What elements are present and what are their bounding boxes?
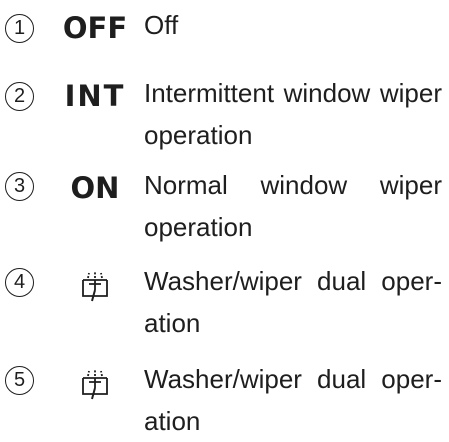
washer-wiper-icon-graphic bbox=[82, 272, 108, 302]
int-symbol: INT bbox=[64, 79, 126, 113]
item-description: Washer/wiper dual oper- ation bbox=[144, 364, 442, 436]
item-number-badge: 4 bbox=[5, 268, 34, 297]
off-symbol: OFF bbox=[62, 11, 128, 45]
item-description: Normal window wiper operation bbox=[144, 170, 442, 242]
item-description: Intermittent window wiper operation bbox=[144, 78, 442, 150]
wiper-switch-legend: 1 OFF Off 2 INT Intermittent window wipe… bbox=[0, 0, 449, 436]
item-number-badge: 3 bbox=[5, 172, 34, 201]
item-description: Washer/wiper dual oper- ation bbox=[144, 266, 442, 338]
washer-wiper-icon bbox=[60, 365, 130, 401]
washer-wiper-icon bbox=[60, 267, 130, 303]
item-number-badge: 1 bbox=[5, 14, 34, 43]
item-number-badge: 5 bbox=[5, 366, 34, 395]
washer-wiper-icon-graphic bbox=[82, 370, 108, 400]
item-number-badge: 2 bbox=[5, 82, 34, 111]
item-description: Off bbox=[144, 10, 179, 40]
on-symbol: ON bbox=[70, 171, 120, 205]
